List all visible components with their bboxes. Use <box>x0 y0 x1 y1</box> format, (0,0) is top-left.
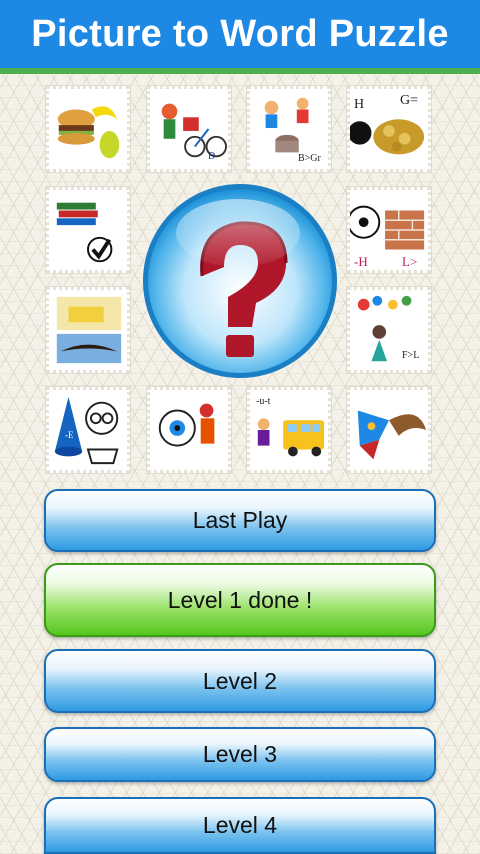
stamp-food[interactable] <box>45 85 131 173</box>
butter-eagle-icon <box>56 296 122 364</box>
stamp-girl[interactable]: F>L <box>346 286 432 374</box>
level-2-button[interactable]: Level 2 <box>44 649 436 713</box>
stamp-cyclist[interactable]: D <box>146 85 232 173</box>
books-checkmark-icon <box>56 202 113 263</box>
cyclist-icon <box>161 103 228 158</box>
stamp-gold-text-right: G= <box>400 93 419 108</box>
question-mark-icon[interactable] <box>140 181 340 381</box>
stamp-bus-text: -u-t <box>256 396 271 407</box>
stamp-drummer[interactable]: B>Gr <box>246 85 332 173</box>
app-header: Picture to Word Puzzle <box>0 0 480 74</box>
app-title: Picture to Word Puzzle <box>31 12 449 55</box>
stamp-cone[interactable]: -E <box>45 386 131 474</box>
stamp-ball-wall-text-left: -H <box>354 254 368 269</box>
stamp-gold-text-left: H <box>354 97 365 112</box>
stamp-books[interactable] <box>45 186 131 274</box>
level-1-button[interactable]: Level 1 done ! <box>44 563 436 637</box>
stamp-ball-wall[interactable]: -H L> <box>346 186 432 274</box>
eye-man-icon <box>158 403 215 447</box>
level-3-button[interactable]: Level 3 <box>44 727 436 782</box>
stamp-dragon[interactable] <box>346 386 432 474</box>
stamp-cone-text: -E <box>65 430 74 440</box>
stamp-drummer-text: B>Gr <box>298 153 321 164</box>
stamp-gold[interactable]: H G= <box>346 85 432 173</box>
stamp-butter-eagle[interactable] <box>45 286 131 374</box>
dragon-icon <box>357 410 427 460</box>
stamp-girl-text: F>L <box>402 350 420 361</box>
cone-nerd-icon <box>54 396 119 465</box>
stamp-bus[interactable]: -u-t <box>246 386 332 474</box>
level-4-button[interactable]: Level 4 <box>44 797 436 854</box>
stamp-eye[interactable] <box>146 386 232 474</box>
stamp-ball-wall-text-right: L> <box>402 254 418 269</box>
last-play-button[interactable]: Last Play <box>44 489 436 552</box>
stamp-cyclist-text: D <box>208 151 216 162</box>
burger-banana-pear-icon <box>57 106 120 159</box>
